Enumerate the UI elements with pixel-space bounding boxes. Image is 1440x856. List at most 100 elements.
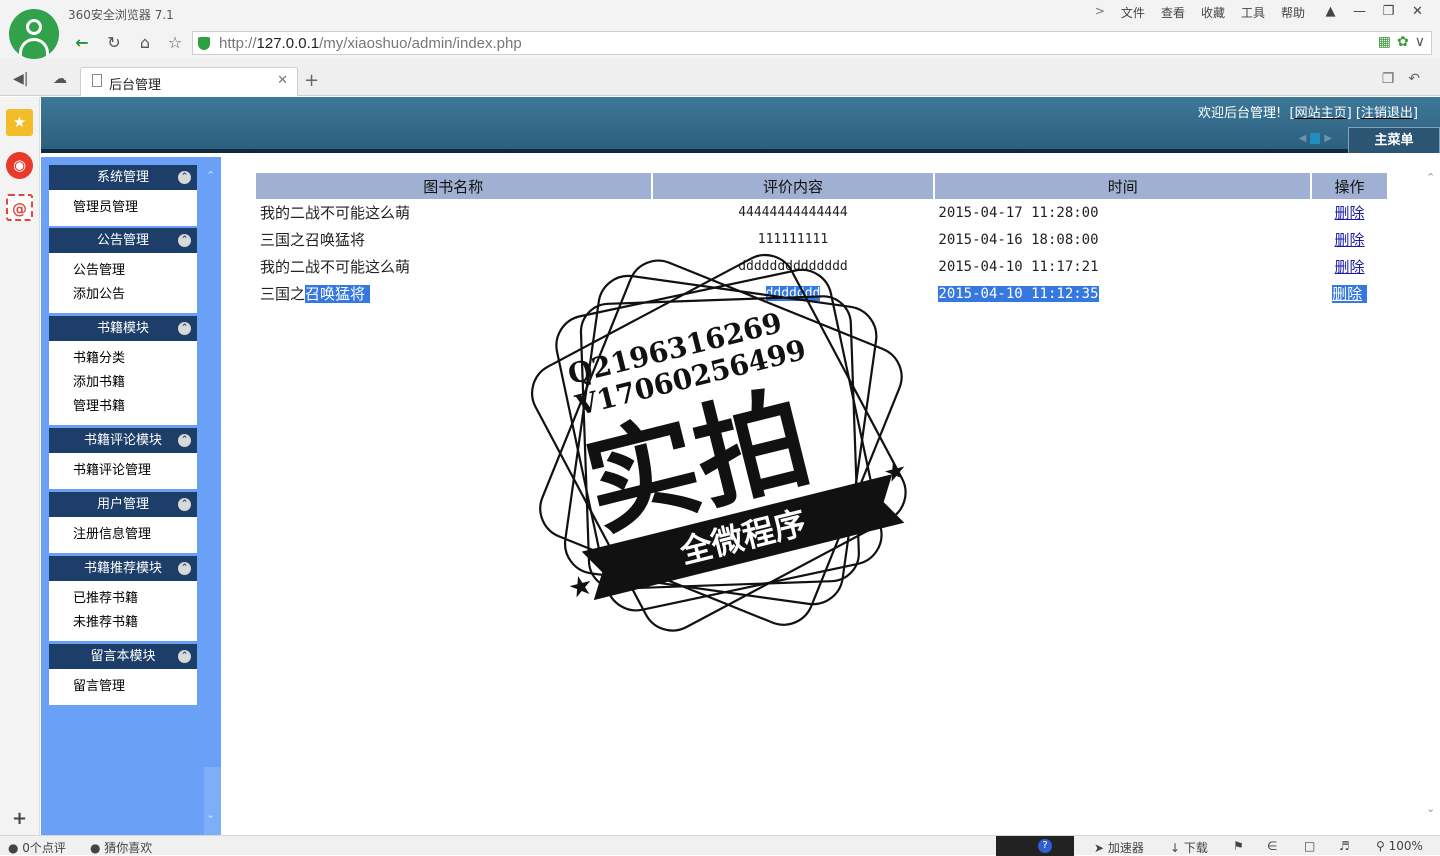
menu-tools[interactable]: 工具 <box>1241 4 1265 21</box>
minimize-button[interactable]: — <box>1345 1 1374 23</box>
content-scrollbar[interactable]: ⌃ ⌄ <box>1423 157 1440 835</box>
download-button[interactable]: ↓ 下载 <box>1170 839 1208 856</box>
group-header[interactable]: 书籍模块 ⌃ <box>49 316 197 341</box>
bookmark-star-icon[interactable]: ☆ <box>164 32 186 54</box>
table-row: 我的二战不可能这么萌 44444444444444 2015-04-17 11:… <box>256 199 1388 226</box>
menu-item-message-manage[interactable]: 留言管理 <box>73 675 197 699</box>
guess-like-status[interactable]: ● 猜你喜欢 <box>90 839 152 856</box>
tab-list-icon[interactable]: ❐ <box>1382 71 1395 87</box>
close-window-button[interactable]: ✕ <box>1403 1 1432 23</box>
col-action: 操作 <box>1311 173 1389 199</box>
menu-scroll-arrows[interactable]: ◀ ▶ <box>1299 133 1332 144</box>
comments-status[interactable]: ● 0个点评 <box>8 839 66 856</box>
scroll-down-icon: ⌄ <box>1426 802 1436 815</box>
add-sidebar-icon[interactable]: + <box>12 808 27 829</box>
mail-icon[interactable]: @ <box>6 194 33 221</box>
accelerator-button[interactable]: ➤ 加速器 <box>1094 839 1144 856</box>
window-icon[interactable]: □ <box>1304 839 1315 853</box>
group-header[interactable]: 公告管理 ⌃ <box>49 228 197 253</box>
col-comment: 评价内容 <box>651 173 936 199</box>
tab-admin[interactable]: 后台管理 ✕ <box>80 67 298 96</box>
menu-item-book-category[interactable]: 书籍分类 <box>73 347 197 371</box>
flag-icon[interactable]: ⚑ <box>1233 839 1244 853</box>
collapse-icon: ⌃ <box>178 171 191 184</box>
welcome-bar: 欢迎后台管理! [网站主页] [注销退出] <box>1198 106 1418 121</box>
comment-table: 图书名称 评价内容 时间 操作 我的二战不可能这么萌 4444444444444… <box>256 173 1389 307</box>
sidebar-scrollbar[interactable]: ⌃ ⌄ <box>204 157 221 835</box>
menu-item-register-info[interactable]: 注册信息管理 <box>73 523 197 547</box>
delete-link[interactable]: 删除 <box>1335 231 1365 249</box>
menu-group-books: 书籍模块 ⌃ 书籍分类 添加书籍 管理书籍 <box>49 316 197 425</box>
collapse-icon: ⌃ <box>178 562 191 575</box>
menu-group-book-comments: 书籍评论模块 ⌃ 书籍评论管理 <box>49 428 197 489</box>
browser-menu: > 文件 查看 收藏 工具 帮助 <box>1095 4 1305 21</box>
menu-view[interactable]: 查看 <box>1161 4 1185 21</box>
user-avatar[interactable] <box>9 9 59 59</box>
menu-item-add-book[interactable]: 添加书籍 <box>73 371 197 395</box>
group-header[interactable]: 系统管理 ⌃ <box>49 165 197 190</box>
collapse-icon: ⌃ <box>178 498 191 511</box>
group-header[interactable]: 书籍推荐模块 ⌃ <box>49 556 197 581</box>
reload-icon[interactable]: ↻ <box>103 32 125 54</box>
help-icon: ? <box>1038 839 1052 853</box>
comment-time: 2015-04-10 11:17:21 <box>938 258 1099 275</box>
weibo-icon[interactable]: ◉ <box>6 152 33 179</box>
browser-titlebar: 360安全浏览器 7.1 > 文件 查看 收藏 工具 帮助 ▲ — ❐ ✕ <box>0 0 1440 28</box>
close-tab-icon[interactable]: ✕ <box>277 73 288 88</box>
favorites-star-icon[interactable]: ★ <box>6 109 33 136</box>
group-header[interactable]: 留言本模块 ⌃ <box>49 644 197 669</box>
sidebar-toggle-icon[interactable]: ◀| <box>13 71 28 87</box>
address-bar: ← ↻ ⌂ ☆ http://127.0.0.1/my/xiaoshuo/adm… <box>0 28 1440 58</box>
delete-link[interactable]: 删除 <box>1335 258 1365 276</box>
menu-item-add-notice[interactable]: 添加公告 <box>73 283 197 307</box>
dropdown-chevron-icon[interactable]: ∨ <box>1415 34 1425 50</box>
security-shield-icon <box>198 37 210 50</box>
site-home-link[interactable]: 网站主页 <box>1295 106 1347 121</box>
url-text: http://127.0.0.1/my/xiaoshuo/admin/index… <box>219 35 522 52</box>
scroll-down-icon: ⌄ <box>206 808 216 821</box>
menu-group-recommend: 书籍推荐模块 ⌃ 已推荐书籍 未推荐书籍 <box>49 556 197 641</box>
ime-toolbar[interactable]: ? <box>996 836 1074 856</box>
delete-link[interactable]: 删除 <box>1335 204 1365 222</box>
volume-icon[interactable]: ♬ <box>1339 839 1350 853</box>
main-menu-tab[interactable]: 主菜单 <box>1348 127 1440 153</box>
chevron-right-icon[interactable]: > <box>1095 4 1105 21</box>
browser-ie-icon[interactable]: ∈ <box>1267 839 1277 853</box>
menu-item-recommended[interactable]: 已推荐书籍 <box>73 587 197 611</box>
menu-item-not-recommended[interactable]: 未推荐书籍 <box>73 611 197 635</box>
new-tab-button[interactable]: + <box>304 70 319 91</box>
main-content: 图书名称 评价内容 时间 操作 我的二战不可能这么萌 4444444444444… <box>221 157 1423 835</box>
comment-content: ddddddd <box>765 286 821 301</box>
undo-close-icon[interactable]: ↶ <box>1408 71 1420 87</box>
menu-item-notice-manage[interactable]: 公告管理 <box>73 259 197 283</box>
table-row: 三国之召唤猛将 111111111 2015-04-16 18:08:00 删除 <box>256 226 1388 253</box>
group-header[interactable]: 用户管理 ⌃ <box>49 492 197 517</box>
comment-time: 2015-04-10 11:12:35 <box>938 285 1099 302</box>
skin-icon[interactable]: ▲ <box>1316 1 1345 23</box>
home-icon[interactable]: ⌂ <box>134 32 156 54</box>
app-title: 360安全浏览器 7.1 <box>68 8 174 22</box>
url-input[interactable]: http://127.0.0.1/my/xiaoshuo/admin/index… <box>192 31 1432 55</box>
browser-sidebar: ★ ◉ @ + <box>0 97 40 835</box>
leaf-icon[interactable]: ✿ <box>1397 34 1409 50</box>
group-header[interactable]: 书籍评论模块 ⌃ <box>49 428 197 453</box>
zoom-level[interactable]: ⚲ 100% <box>1376 839 1423 853</box>
left-arrow-icon: ◀ <box>1298 133 1307 144</box>
comment-content: 111111111 <box>757 232 829 247</box>
welcome-text: 欢迎后台管理! <box>1198 106 1282 121</box>
delete-link[interactable]: 删除 <box>1332 285 1362 303</box>
restore-button[interactable]: ❐ <box>1374 1 1403 23</box>
col-time: 时间 <box>934 173 1313 199</box>
scroll-up-icon: ⌃ <box>1426 171 1436 184</box>
menu-item-manage-books[interactable]: 管理书籍 <box>73 395 197 419</box>
menu-group-users: 用户管理 ⌃ 注册信息管理 <box>49 492 197 553</box>
menu-item-admin-manage[interactable]: 管理员管理 <box>73 196 197 220</box>
menu-file[interactable]: 文件 <box>1121 4 1145 21</box>
menu-help[interactable]: 帮助 <box>1281 4 1305 21</box>
qr-code-icon[interactable]: ▦ <box>1378 34 1391 50</box>
cloud-icon[interactable]: ☁ <box>53 71 67 87</box>
menu-item-comment-manage[interactable]: 书籍评论管理 <box>73 459 197 483</box>
menu-favorites[interactable]: 收藏 <box>1201 4 1225 21</box>
back-arrow-icon[interactable]: ← <box>71 32 93 54</box>
logout-link[interactable]: 注销退出 <box>1361 106 1413 121</box>
